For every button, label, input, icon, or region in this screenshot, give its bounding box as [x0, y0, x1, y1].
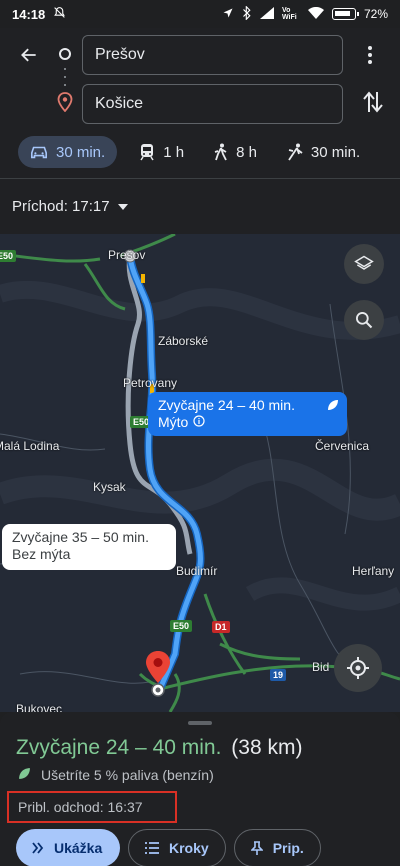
eco-leaf-icon: [18, 767, 31, 783]
steps-label: Kroky: [169, 840, 209, 856]
selected-route-toll: Mýto: [158, 414, 189, 430]
arrival-time-selector[interactable]: Príchod: 17:17: [0, 178, 400, 234]
mute-icon: [53, 6, 66, 22]
search-icon: [356, 312, 373, 329]
route-summary: Zvyčajne 24 – 40 min. (38 km): [16, 736, 302, 760]
swap-icon: [363, 91, 383, 113]
destination-input[interactable]: Košice: [82, 84, 343, 124]
search-along-route-button[interactable]: [344, 300, 384, 340]
tab-car[interactable]: 30 min.: [18, 136, 118, 168]
swap-route-button[interactable]: [362, 90, 384, 119]
departure-time: Pribl. odchod: 16:37: [7, 791, 177, 823]
route-dots-icon: [64, 68, 66, 86]
destination-pin-icon: [57, 92, 73, 117]
fuel-savings-text: Ušetríte 5 % paliva (benzín): [41, 767, 214, 783]
alternative-route-time: Zvyčajne 35 – 50 min.: [12, 529, 149, 545]
my-location-button[interactable]: [334, 644, 382, 692]
tab-transit[interactable]: 1 h: [127, 136, 196, 168]
preview-label: Ukážka: [54, 840, 103, 856]
pin-icon: [250, 841, 263, 855]
route-duration: Zvyčajne 24 – 40 min.: [16, 736, 222, 759]
train-icon: [140, 144, 154, 161]
map-view[interactable]: Prešov Záborské Petrovany Malá Lodina Če…: [0, 234, 400, 712]
place-label: Malá Lodina: [0, 439, 60, 453]
place-label: Petrovany: [123, 376, 178, 390]
ride-icon: [288, 143, 303, 161]
eco-leaf-icon: [327, 398, 339, 415]
sheet-drag-handle[interactable]: [188, 721, 212, 725]
tab-ride-duration: 30 min.: [310, 143, 361, 161]
road-shield: E50: [0, 250, 17, 262]
origin-circle-icon: [59, 48, 71, 60]
travel-mode-tabs: 30 min. 1 h 8 h 30 min.: [18, 136, 372, 168]
place-label: Prešov: [108, 248, 146, 262]
route-distance: (38 km): [231, 736, 303, 759]
dropdown-caret-icon: [117, 203, 128, 210]
road-shield: E50: [170, 620, 193, 632]
pin-label: Prip.: [272, 840, 304, 856]
arrival-time-label: Príchod: 17:17: [12, 198, 110, 215]
info-icon: [193, 414, 205, 431]
sheet-actions: Ukážka Kroky Prip.: [16, 829, 321, 866]
signal-icon: [259, 6, 274, 22]
layers-button[interactable]: [344, 244, 384, 284]
walk-icon: [214, 143, 227, 161]
more-options-button[interactable]: [358, 42, 382, 68]
back-button[interactable]: [14, 40, 44, 70]
pin-button[interactable]: Prip.: [233, 829, 321, 866]
tab-ride[interactable]: 30 min.: [275, 136, 372, 168]
steps-button[interactable]: Kroky: [128, 829, 226, 866]
route-header: Prešov Košice 30 min. 1 h 8 h 30 min.: [0, 28, 400, 178]
list-icon: [145, 842, 159, 854]
tab-car-duration: 30 min.: [56, 143, 106, 161]
battery-percent: 72%: [363, 7, 388, 21]
fuel-savings: Ušetríte 5 % paliva (benzín): [18, 767, 214, 783]
location-icon: [222, 7, 234, 22]
vowifi-label: Vo WiFi: [281, 7, 297, 21]
car-icon: [30, 146, 48, 159]
status-bar: 14:18 Vo WiFi 72%: [0, 0, 400, 28]
origin-input[interactable]: Prešov: [82, 35, 343, 75]
place-label: Budimír: [176, 564, 218, 578]
status-time: 14:18: [12, 6, 46, 22]
route-details-sheet[interactable]: Zvyčajne 24 – 40 min. (38 km) Ušetríte 5…: [0, 712, 400, 866]
tab-walk-duration: 8 h: [236, 143, 257, 161]
road-shield: 19: [270, 669, 287, 681]
battery-icon: [331, 8, 359, 20]
selected-route-callout[interactable]: Zvyčajne 24 – 40 min. Mýto: [148, 392, 347, 436]
place-label: Červenica: [315, 439, 370, 453]
arrow-back-icon: [21, 48, 36, 62]
alternative-route-toll: Bez mýta: [12, 546, 71, 562]
place-label: Kysak: [93, 480, 126, 494]
place-label: Záborské: [158, 334, 209, 348]
alternative-route-callout[interactable]: Zvyčajne 35 – 50 min. Bez mýta: [2, 524, 176, 570]
place-label: Bid: [312, 660, 330, 674]
selected-route-time: Zvyčajne 24 – 40 min.: [158, 397, 295, 413]
place-label: Herľany: [352, 564, 395, 578]
layers-icon: [354, 255, 374, 270]
wifi-icon: [307, 6, 324, 22]
map-canvas: [0, 234, 400, 712]
destination-marker-icon: [145, 650, 171, 705]
road-shield: D1: [212, 621, 230, 633]
tab-transit-duration: 1 h: [163, 143, 185, 161]
preview-button[interactable]: Ukážka: [16, 829, 120, 866]
tab-walk[interactable]: 8 h: [202, 136, 269, 168]
place-label: Bukovec: [16, 702, 63, 712]
bluetooth-icon: [242, 4, 252, 23]
double-chevron-icon: [32, 842, 44, 854]
crosshair-icon: [347, 657, 369, 679]
